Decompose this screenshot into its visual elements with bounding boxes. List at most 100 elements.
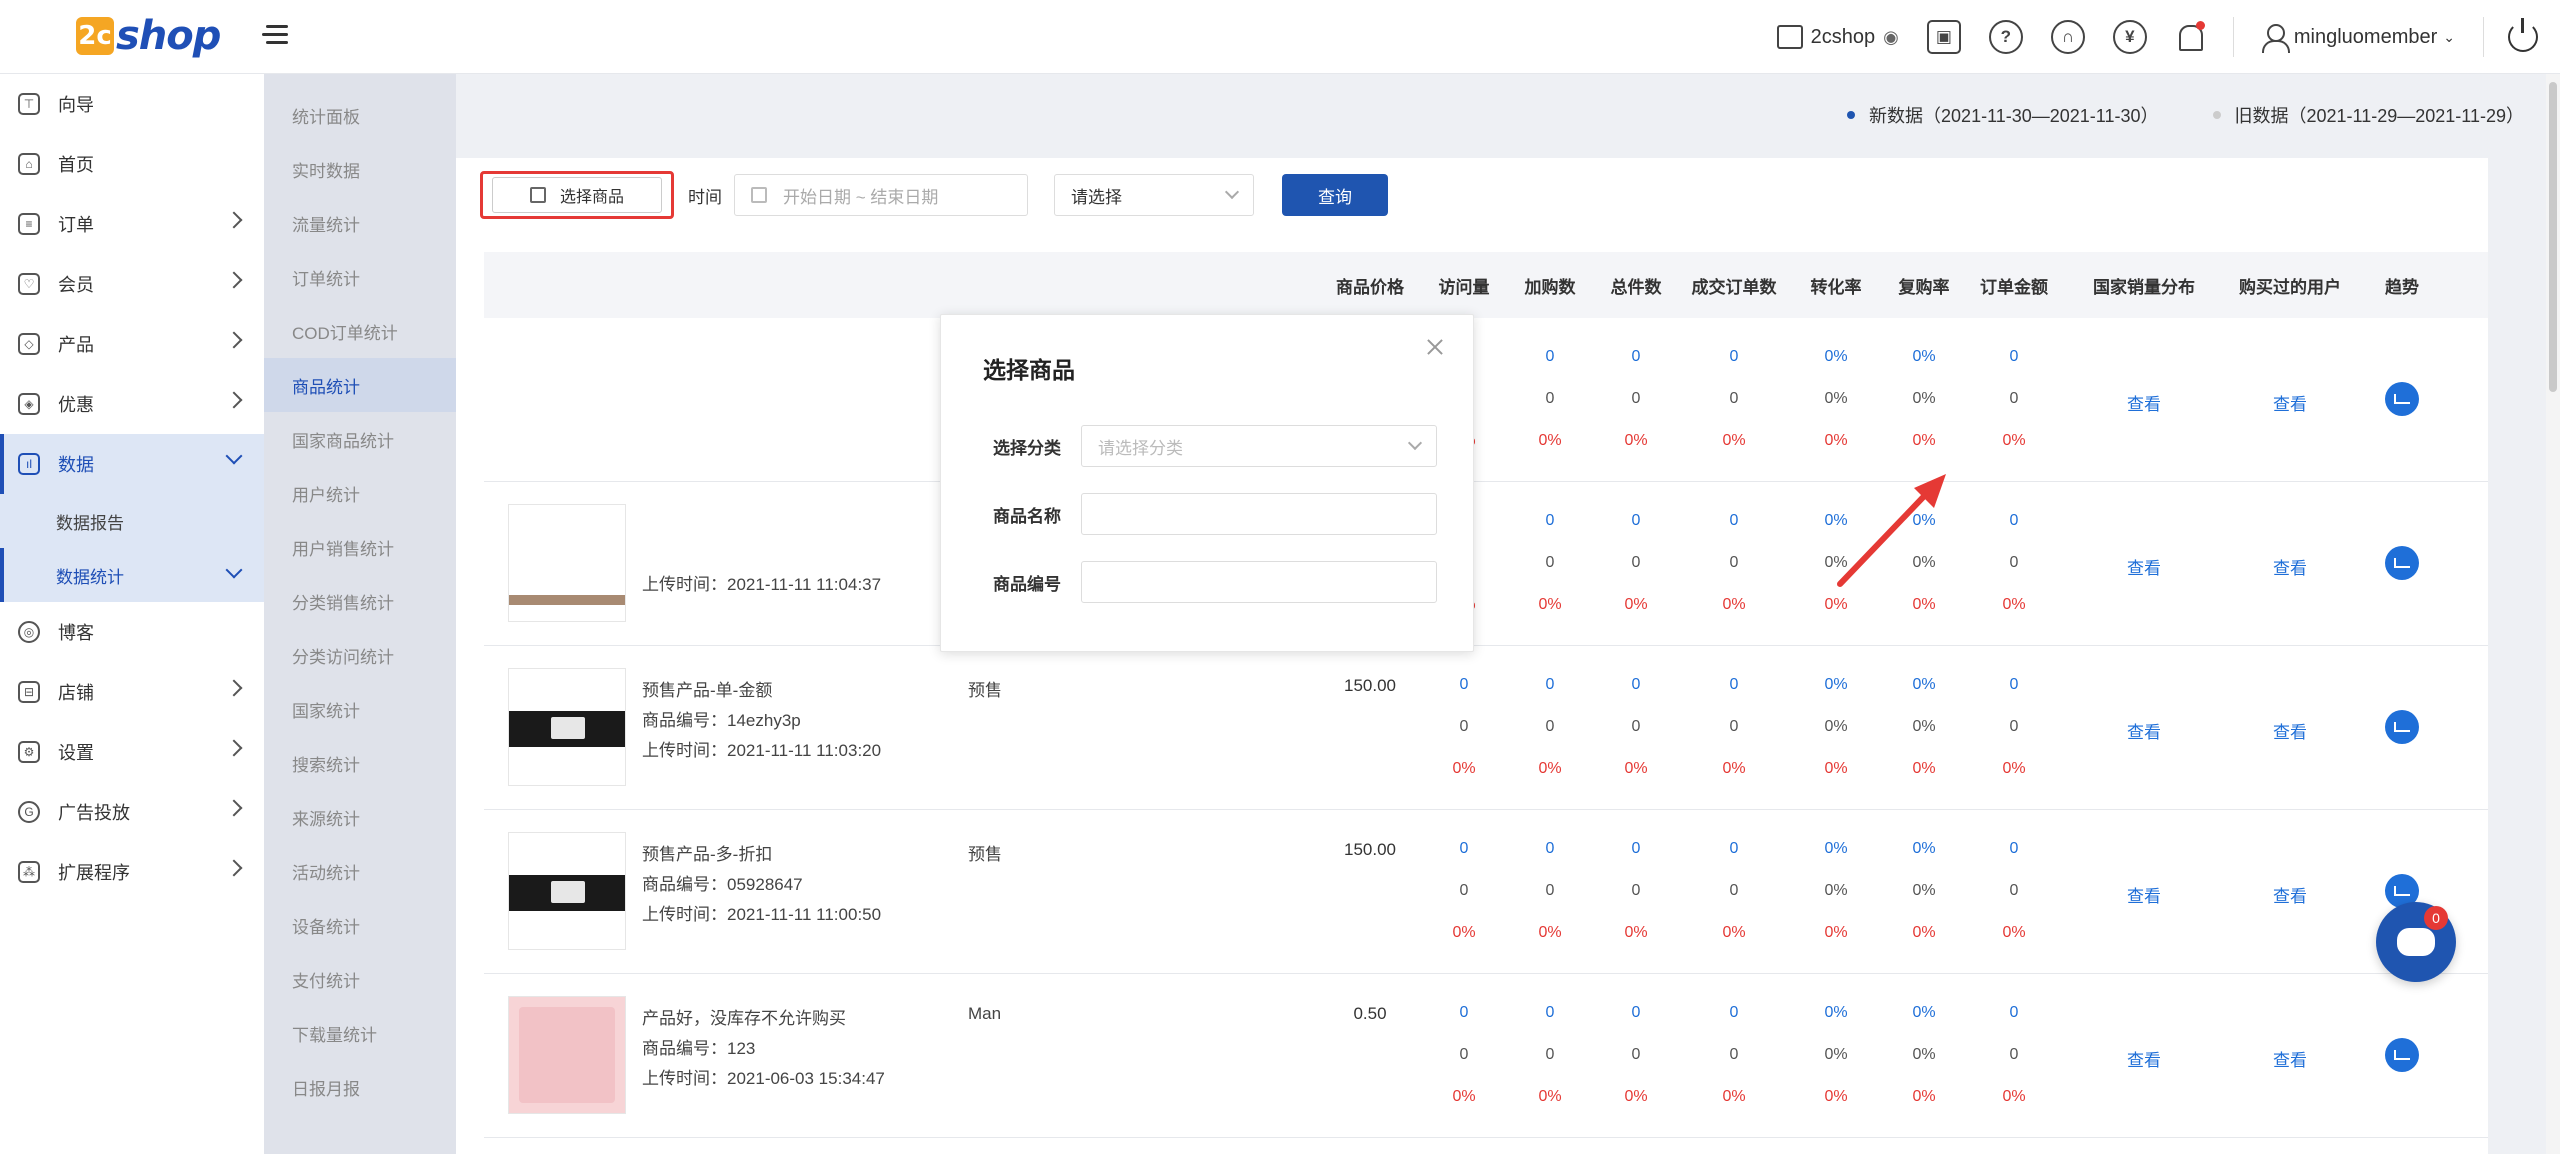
sidebar-item-members[interactable]: ♡ 会员 (0, 254, 264, 314)
sidebar-item-orders[interactable]: ≡ 订单 (0, 194, 264, 254)
legend-old-data: 旧数据（2021-11-29—2021-11-29） (2212, 102, 2524, 128)
power-icon[interactable] (2508, 18, 2538, 52)
subnav-item[interactable]: 活动统计 (264, 844, 456, 898)
popover-title: 选择商品 (983, 357, 1075, 383)
product-thumbnail[interactable] (508, 668, 626, 786)
chat-icon (2397, 928, 2435, 956)
view-buyers-link[interactable]: 查看 (2250, 554, 2330, 579)
trend-chart-icon[interactable] (2385, 710, 2419, 744)
subnav-item[interactable]: 下载量统计 (264, 1006, 456, 1060)
category-select[interactable]: 请选择分类 (1081, 425, 1437, 467)
subnav-item[interactable]: 搜索统计 (264, 736, 456, 790)
metric-new: 0 (1631, 348, 1641, 365)
chat-button[interactable]: 0 (2376, 902, 2456, 982)
view-buyers-link[interactable]: 查看 (2250, 1046, 2330, 1071)
support-button[interactable]: ∩ (2050, 20, 2085, 54)
subnav-item[interactable]: 支付统计 (264, 952, 456, 1006)
logo-text: shop (116, 13, 221, 59)
scrollbar[interactable] (2546, 74, 2560, 1154)
query-button[interactable]: 查询 (1282, 174, 1388, 216)
subnav-item-product-stats[interactable]: 商品统计 (264, 358, 456, 412)
subnav-item[interactable]: COD订单统计 (264, 304, 456, 358)
subnav-item[interactable]: 用户统计 (264, 466, 456, 520)
sidebar-item-label: 扩展程序 (58, 863, 130, 883)
subnav-item[interactable]: 分类销售统计 (264, 574, 456, 628)
metric-pct: 0% (1722, 1088, 1746, 1105)
store-switcher[interactable]: 2cshop ◉ (1776, 25, 1899, 49)
sidebar-item-settings[interactable]: ⚙ 设置 (0, 722, 264, 782)
user-menu[interactable]: mingluomember ⌄ (2261, 23, 2455, 53)
currency-button[interactable]: ¥ (2112, 20, 2147, 54)
product-name: 产品好，没库存不允许购买 (642, 1009, 846, 1028)
metric-pct: 0% (1624, 596, 1648, 613)
subnav-item[interactable]: 用户销售统计 (264, 520, 456, 574)
view-country-sales-link[interactable]: 查看 (2104, 554, 2184, 579)
view-buyers-link[interactable]: 查看 (2250, 718, 2330, 743)
filter-select[interactable]: 请选择 (1054, 174, 1254, 216)
view-country-sales-link[interactable]: 查看 (2104, 1046, 2184, 1071)
scan-button[interactable]: ▣ (1926, 20, 1961, 54)
product-code-input[interactable] (1081, 561, 1437, 603)
metric-pct: 0% (1538, 760, 1562, 777)
view-buyers-link[interactable]: 查看 (2250, 882, 2330, 907)
metric-pct: 0% (1538, 596, 1562, 613)
sidebar-item-promotions[interactable]: ◈ 优惠 (0, 374, 264, 434)
view-country-sales-link[interactable]: 查看 (2104, 390, 2184, 415)
subnav-item[interactable]: 设备统计 (264, 898, 456, 952)
main-content: 新数据（2021-11-30—2021-11-30） 旧数据（2021-11-2… (456, 74, 2560, 1154)
subnav-item[interactable]: 国家统计 (264, 682, 456, 736)
product-thumbnail[interactable] (508, 832, 626, 950)
product-name-input[interactable] (1081, 493, 1437, 535)
sidebar-item-data-report[interactable]: 数据报告 (0, 494, 264, 548)
help-button[interactable]: ? (1988, 20, 2023, 54)
eye-icon[interactable]: ◉ (1883, 27, 1899, 48)
product-info: 预售产品-单-金额 商品编号：14ezhy3p 上传时间：2021-11-11 11… (642, 676, 881, 766)
bell-icon (2175, 21, 2205, 53)
view-buyers-link[interactable]: 查看 (2250, 390, 2330, 415)
brand-logo[interactable]: 2c shop (76, 8, 221, 64)
subnav-item[interactable]: 统计面板 (264, 88, 456, 142)
metric-new: 0 (2009, 512, 2019, 529)
sidebar-item-blog[interactable]: ◎ 博客 (0, 602, 264, 662)
table-row: 上传时间：2021-11-11 11:04:37123.0000000%0%00… (484, 482, 2488, 646)
sidebar-item-products[interactable]: ◇ 产品 (0, 314, 264, 374)
date-range-input[interactable]: 开始日期 ~ 结束日期 (734, 174, 1028, 216)
subnav-item[interactable]: 流量统计 (264, 196, 456, 250)
scrollbar-thumb[interactable] (2549, 82, 2557, 392)
popover-name-row: 商品名称 (993, 493, 1437, 535)
sidebar-item-data-stats[interactable]: 数据统计 (0, 548, 264, 602)
subnav-item[interactable]: 日报月报 (264, 1060, 456, 1114)
subnav-item[interactable]: 订单统计 (264, 250, 456, 304)
subnav-item[interactable]: 来源统计 (264, 790, 456, 844)
sidebar-item-guide[interactable]: ⊤ 向导 (0, 74, 264, 134)
sidebar-item-home[interactable]: ⌂ 首页 (0, 134, 264, 194)
product-thumbnail[interactable] (508, 504, 626, 622)
view-country-sales-link[interactable]: 查看 (2104, 882, 2184, 907)
legend-new-data: 新数据（2021-11-30—2021-11-30） (1847, 102, 2159, 128)
metric-old: 0% (1824, 718, 1848, 735)
subnav-item[interactable]: 国家商品统计 (264, 412, 456, 466)
chevron-right-icon (225, 679, 243, 697)
legend-old-label: 旧数据（2021-11-29—2021-11-29） (2234, 106, 2524, 126)
subnav-item[interactable]: 分类访问统计 (264, 628, 456, 682)
view-country-sales-link[interactable]: 查看 (2104, 718, 2184, 743)
menu-toggle-icon[interactable] (262, 20, 294, 52)
notifications-button[interactable] (2175, 21, 2205, 53)
close-icon[interactable] (1425, 337, 1445, 357)
sidebar-item-data[interactable]: ıl 数据 (0, 434, 264, 494)
trend-chart-icon[interactable] (2385, 546, 2419, 580)
metric-pct: 0% (1912, 432, 1936, 449)
product-thumbnail[interactable] (508, 996, 626, 1114)
trend-chart-icon[interactable] (2385, 1038, 2419, 1072)
sidebar-item-ads[interactable]: G 广告投放 (0, 782, 264, 842)
sidebar-item-extensions[interactable]: ⁂ 扩展程序 (0, 842, 264, 902)
sidebar-item-store[interactable]: ⊟ 店铺 (0, 662, 264, 722)
toolbar-divider (2232, 17, 2234, 57)
sidebar-item-label: 产品 (58, 335, 94, 355)
metric-old: 0 (2009, 554, 2019, 571)
trend-chart-icon[interactable] (2385, 382, 2419, 416)
select-product-button[interactable]: 选择商品 (480, 171, 674, 219)
subnav-item[interactable]: 实时数据 (264, 142, 456, 196)
column-header: 购买过的用户 (2239, 277, 2341, 297)
chevron-down-icon: ⌄ (2443, 28, 2455, 45)
